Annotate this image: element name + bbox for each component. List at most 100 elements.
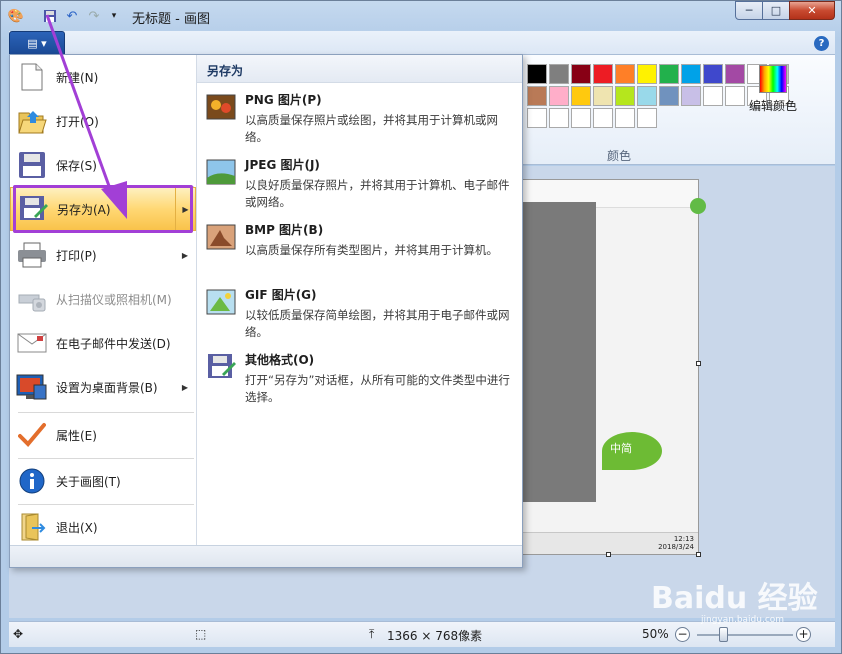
menu-item-exit[interactable]: 退出(X) [10, 505, 196, 549]
submenu-item-other[interactable]: 其他格式(O) 打开“另存为”对话框，从所有可能的文件类型中进行选择。 [205, 351, 515, 406]
file-menu-commands: 新建(N) 打开(O) 保存(S) 另存为(A) ▶ 打印(P) ▶ 从扫描仪或… [10, 55, 196, 567]
menu-item-open-label: 打开(O) [56, 114, 99, 129]
color-swatch[interactable] [659, 64, 679, 84]
jpeg-image-icon [205, 156, 237, 188]
color-swatch[interactable] [615, 108, 635, 128]
minimize-button[interactable]: ─ [735, 1, 763, 20]
color-swatch[interactable] [659, 86, 679, 106]
color-swatch[interactable] [571, 64, 591, 84]
file-menu-button[interactable]: ▤ ▾ [9, 31, 65, 55]
ribbon-tab-strip [9, 31, 835, 55]
menu-item-print[interactable]: 打印(P) ▶ [10, 233, 196, 277]
canvas-image-leaf: 中简 [602, 432, 662, 470]
color-swatch[interactable] [571, 86, 591, 106]
other-title: 其他格式(O) [245, 353, 315, 367]
color-swatch[interactable] [527, 108, 547, 128]
color-swatch[interactable] [549, 108, 569, 128]
colors-group-label: 颜色 [607, 149, 632, 163]
menu-item-save[interactable]: 保存(S) [10, 143, 196, 187]
color-swatch[interactable] [571, 108, 591, 128]
resize-handle-right[interactable] [696, 361, 701, 366]
color-swatch[interactable] [703, 86, 723, 106]
open-folder-icon [16, 105, 48, 137]
menu-item-about-label: 关于画图(T) [56, 474, 121, 489]
color-swatch[interactable] [703, 64, 723, 84]
resize-handle-corner[interactable] [696, 552, 701, 557]
menu-item-exit-label: 退出(X) [56, 520, 98, 535]
submenu-arrow-icon[interactable]: ▶ [182, 251, 188, 260]
menu-item-new[interactable]: 新建(N) [10, 55, 196, 99]
submenu-item-gif[interactable]: GIF 图片(G) 以较低质量保存简单绘图，并将其用于电子邮件或网络。 [205, 286, 515, 341]
canvas-image-taskbar: 12:13 2018/3/24 [522, 532, 698, 554]
other-formats-icon [205, 351, 237, 383]
menu-item-email[interactable]: 在电子邮件中发送(D) [10, 321, 196, 365]
new-document-icon [16, 61, 48, 93]
submenu-item-png[interactable]: PNG 图片(P) 以高质量保存照片或绘图，并将其用于计算机或网络。 [205, 91, 515, 146]
color-swatch[interactable] [725, 86, 745, 106]
help-icon[interactable]: ? [814, 36, 829, 51]
color-swatch[interactable] [681, 86, 701, 106]
gif-image-icon [205, 286, 237, 318]
canvas-image-time: 12:13 [673, 535, 694, 543]
zoom-slider-track[interactable] [697, 634, 793, 636]
baidu-watermark-url: jingyan.baidu.com [701, 615, 785, 625]
customize-qat-icon[interactable]: ▾ [105, 7, 123, 25]
zoom-out-button[interactable]: − [675, 627, 690, 642]
color-swatch[interactable] [527, 86, 547, 106]
color-swatch[interactable] [681, 64, 701, 84]
maximize-button[interactable]: □ [762, 1, 790, 20]
color-swatch[interactable] [549, 64, 569, 84]
menu-item-open[interactable]: 打开(O) [10, 99, 196, 143]
color-swatch[interactable] [593, 64, 613, 84]
close-button[interactable]: ✕ [789, 1, 835, 20]
color-swatch[interactable] [615, 64, 635, 84]
redo-icon[interactable]: ↷ [85, 7, 103, 25]
color-swatch[interactable] [549, 86, 569, 106]
submenu-item-bmp[interactable]: BMP 图片(B) 以高质量保存所有类型图片，并将其用于计算机。 [205, 221, 515, 259]
canvas-image[interactable]: 中简 12:13 2018/3/24 [521, 179, 706, 555]
menu-item-properties-label: 属性(E) [56, 428, 97, 443]
png-title: PNG 图片(P) [245, 93, 322, 107]
png-image-icon [205, 91, 237, 123]
undo-icon[interactable]: ↶ [63, 7, 81, 25]
menu-item-desktop-background[interactable]: 设置为桌面背景(B) ▶ [10, 365, 196, 409]
zoom-slider-thumb[interactable] [719, 627, 729, 642]
menu-item-desktop-background-label: 设置为桌面背景(B) [56, 380, 158, 395]
submenu-arrow-icon[interactable]: ▶ [182, 383, 188, 392]
color-swatch[interactable] [593, 86, 613, 106]
edit-colors-button[interactable]: 编辑颜色 [749, 63, 797, 114]
zoom-in-button[interactable]: + [796, 627, 811, 642]
image-size-text: 1366 × 768像素 [387, 629, 483, 643]
color-swatch[interactable] [637, 108, 657, 128]
menu-item-about[interactable]: 关于画图(T) [10, 459, 196, 503]
selection-size-icon: ⬚ [195, 627, 207, 641]
file-menu: 新建(N) 打开(O) 保存(S) 另存为(A) ▶ 打印(P) ▶ 从扫描仪或… [9, 54, 523, 568]
save-icon [16, 149, 48, 181]
color-swatch[interactable] [637, 64, 657, 84]
title-bar: 🎨 ↶ ↷ ▾ 无标题 - 画图 ─ □ ✕ [1, 1, 842, 31]
canvas-image-panel [522, 202, 596, 502]
desktop-background-icon [16, 371, 48, 403]
annotation-highlight-box [13, 185, 193, 233]
menu-item-print-label: 打印(P) [56, 248, 97, 263]
menu-item-properties[interactable]: 属性(E) [10, 413, 196, 457]
canvas-image-badge [690, 198, 706, 214]
bmp-image-icon [205, 221, 237, 253]
resize-handle-bottom[interactable] [606, 552, 611, 557]
color-swatch[interactable] [615, 86, 635, 106]
paint-app-icon[interactable]: 🎨 [7, 7, 25, 25]
color-swatch[interactable] [593, 108, 613, 128]
submenu-item-jpeg[interactable]: JPEG 图片(J) 以良好质量保存照片，并将其用于计算机、电子邮件或网络。 [205, 156, 515, 211]
color-swatch[interactable] [725, 64, 745, 84]
window-title: 无标题 - 画图 [132, 12, 210, 27]
gif-title: GIF 图片(G) [245, 288, 317, 302]
zoom-percent: 50% [642, 627, 669, 641]
file-menu-footer [10, 545, 522, 567]
quick-save-icon[interactable] [41, 7, 59, 25]
jpeg-description: 以良好质量保存照片，并将其用于计算机、电子邮件或网络。 [245, 178, 510, 209]
color-swatch[interactable] [527, 64, 547, 84]
menu-item-save-label: 保存(S) [56, 158, 97, 173]
submenu-heading: 另存为 [197, 55, 522, 83]
color-swatch[interactable] [637, 86, 657, 106]
baidu-watermark: Baidu 经验 [651, 581, 818, 616]
